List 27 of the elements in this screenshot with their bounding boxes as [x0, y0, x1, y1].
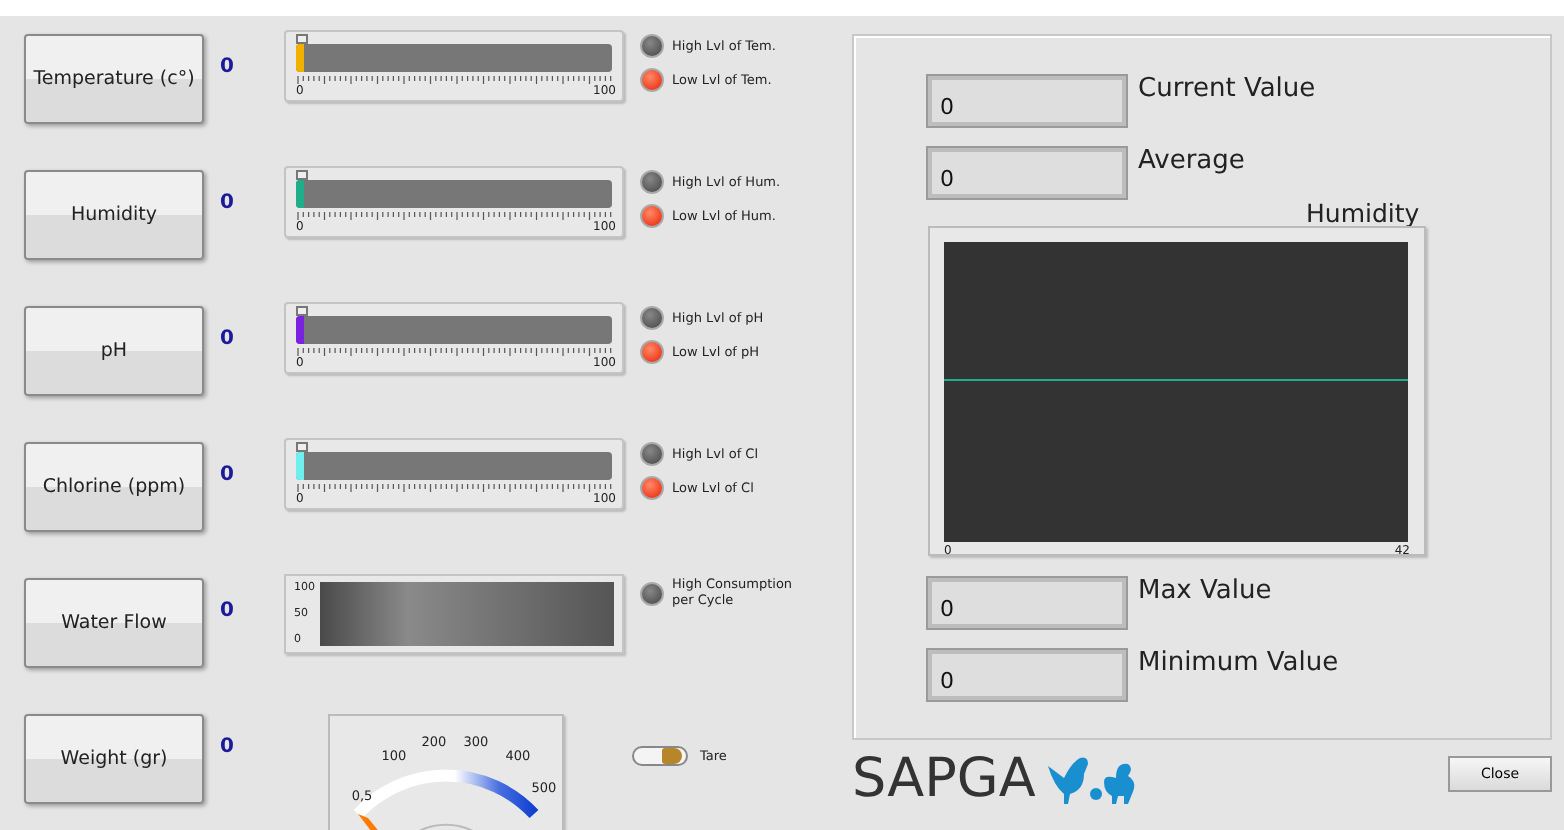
field-label: Current Value: [1138, 74, 1316, 104]
field-label: Max Value: [1138, 576, 1272, 606]
value-field: 0: [928, 148, 1126, 198]
sensor-button[interactable]: pH: [24, 306, 204, 396]
sensor-button[interactable]: Humidity: [24, 170, 204, 260]
slider-thumb-icon[interactable]: [296, 170, 308, 180]
value-field: 0: [928, 578, 1126, 628]
chart-title: Humidity: [1306, 198, 1422, 226]
logo-text: SAPGA: [852, 752, 1036, 806]
slider-thumb-icon[interactable]: [296, 306, 308, 316]
sensor-button[interactable]: Water Flow: [24, 578, 204, 668]
sensor-value: 0: [218, 192, 236, 214]
field-label: Minimum Value: [1138, 648, 1339, 678]
value-field: 0: [928, 650, 1126, 700]
field-label: Average: [1138, 146, 1245, 176]
sensor-value: 0: [218, 56, 236, 78]
sensor-value: 0: [218, 464, 236, 486]
slider-thumb-icon[interactable]: [296, 34, 308, 44]
value-field: 0: [928, 76, 1126, 126]
slider-thumb-icon[interactable]: [296, 442, 308, 452]
toggle-switch[interactable]: [632, 746, 688, 766]
sensor-value: 0: [218, 736, 236, 758]
sensor-value: 0: [218, 328, 236, 350]
sensor-button[interactable]: Temperature (c°): [24, 34, 204, 124]
sensor-value: 0: [218, 600, 236, 622]
sensor-button[interactable]: Weight (gr): [24, 714, 204, 804]
sensor-button[interactable]: Chlorine (ppm): [24, 442, 204, 532]
